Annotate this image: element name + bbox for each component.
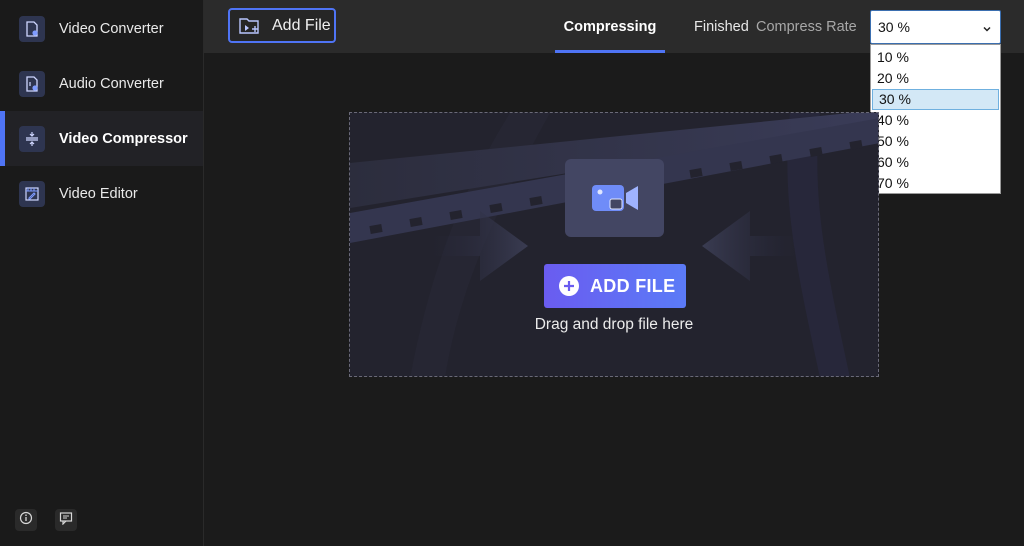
drag-drop-hint: Drag and drop file here — [534, 316, 694, 333]
film-strip-illustration — [350, 113, 878, 376]
feedback-icon — [59, 511, 73, 530]
video-edit-icon — [19, 180, 45, 207]
file-drop-zone[interactable]: ADD FILE Drag and drop file here — [349, 112, 879, 377]
chevron-down-icon — [982, 21, 992, 37]
add-folder-icon — [239, 17, 261, 40]
add-file-button-label: Add File — [272, 16, 331, 34]
compress-icon — [19, 125, 45, 152]
compress-rate-option-selected[interactable]: 30 % — [872, 89, 999, 110]
compress-rate-option[interactable]: 70 % — [871, 173, 1000, 194]
compress-rate-option[interactable]: 50 % — [871, 131, 1000, 152]
compress-rate-value: 30 % — [878, 19, 910, 35]
compress-rate-option[interactable]: 20 % — [871, 68, 1000, 89]
video-file-icon — [19, 15, 45, 42]
info-icon — [19, 511, 33, 530]
sidebar-item-label: Audio Converter — [59, 75, 164, 92]
add-file-large-label: ADD FILE — [590, 275, 676, 296]
audio-file-icon — [19, 70, 45, 97]
tab-label: Finished — [694, 18, 749, 35]
sidebar-item-label: Video Editor — [59, 185, 138, 202]
add-file-button[interactable]: Add File — [228, 8, 336, 43]
compress-rate-option[interactable]: 40 % — [871, 110, 1000, 131]
tab-compressing[interactable]: Compressing — [555, 0, 665, 53]
compress-rate-select[interactable]: 30 % — [870, 10, 1001, 44]
compress-rate-option[interactable]: 60 % — [871, 152, 1000, 173]
tab-finished[interactable]: Finished — [694, 0, 749, 53]
feedback-button[interactable] — [55, 509, 77, 531]
sidebar-item-video-editor[interactable]: Video Editor — [0, 166, 203, 221]
sidebar-item-audio-converter[interactable]: Audio Converter — [0, 56, 203, 111]
compress-rate-label: Compress Rate — [756, 18, 857, 35]
info-button[interactable] — [15, 509, 37, 531]
sidebar-item-label: Video Converter — [59, 20, 164, 37]
sidebar-item-label: Video Compressor — [59, 130, 188, 147]
plus-circle-icon — [558, 275, 580, 302]
add-file-large-button[interactable]: ADD FILE — [544, 264, 686, 308]
video-camera-icon — [565, 159, 664, 237]
sidebar-item-video-converter[interactable]: Video Converter — [0, 1, 203, 56]
compress-rate-option[interactable]: 10 % — [871, 47, 1000, 68]
tab-label: Compressing — [563, 18, 657, 35]
compress-rate-dropdown: 10 % 20 % 30 % 40 % 50 % 60 % 70 % — [870, 44, 1001, 194]
sidebar: Video Converter Audio Converter Video Co… — [0, 0, 204, 546]
sidebar-item-video-compressor[interactable]: Video Compressor — [0, 111, 203, 166]
